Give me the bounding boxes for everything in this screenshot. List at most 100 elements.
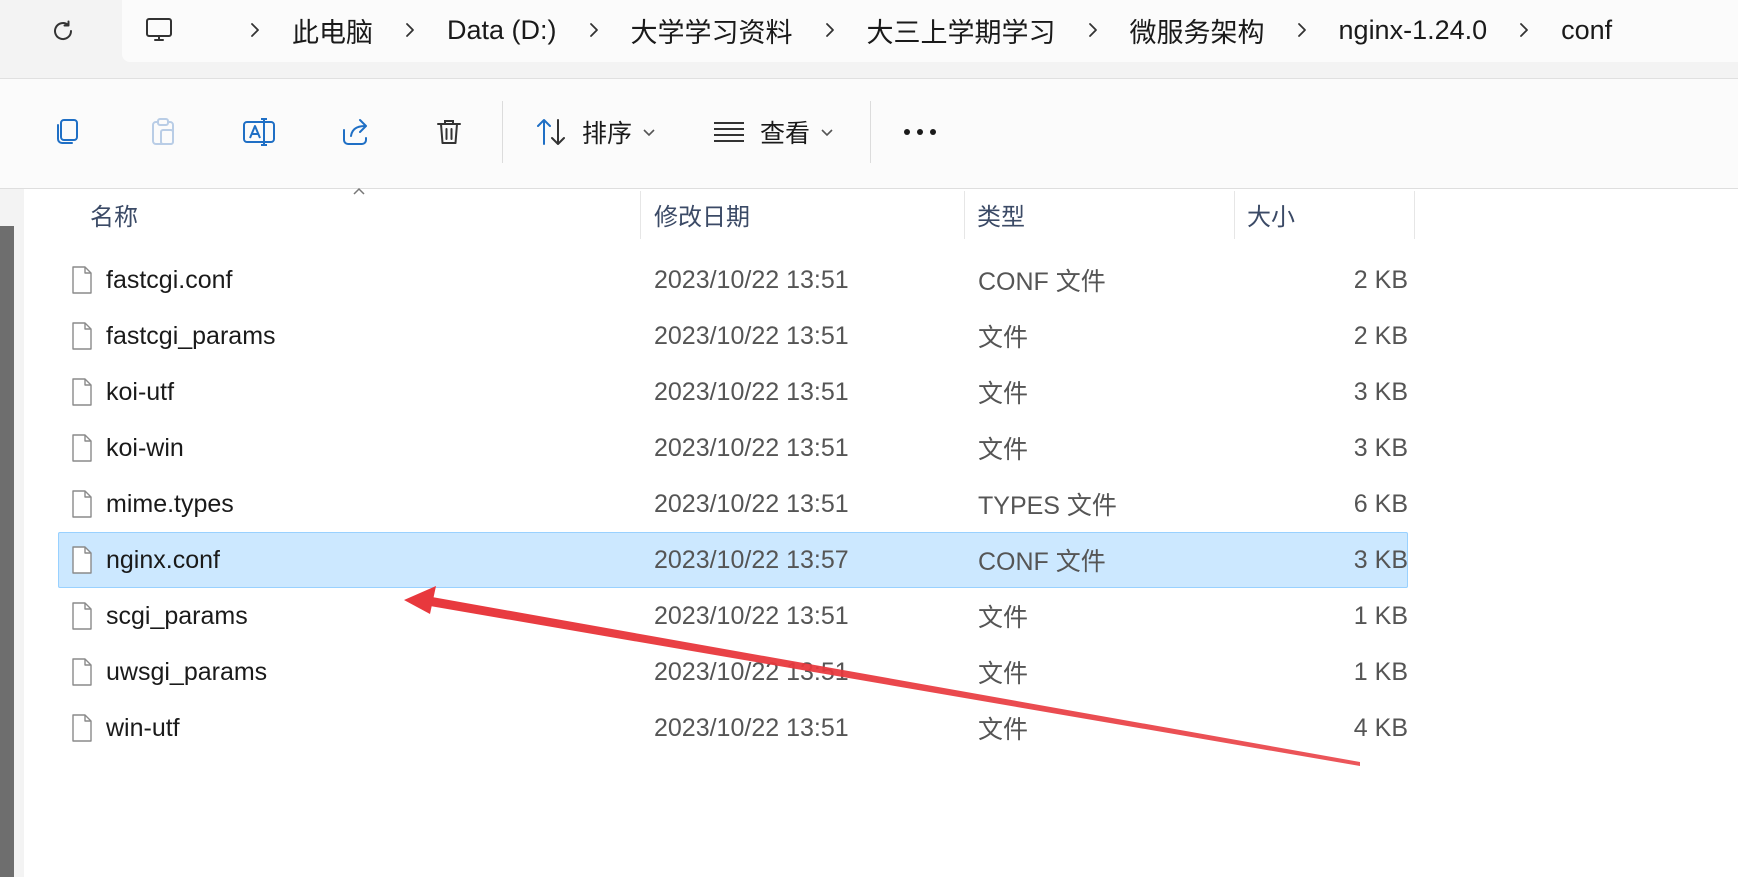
chevron-right-icon[interactable] bbox=[1064, 0, 1122, 60]
breadcrumb[interactable]: 此电脑 Data (D:) 大学学习资料 大三上学期学习 微服务架构 nginx-1.24… bbox=[122, 0, 1738, 62]
table-row-selected[interactable]: nginx.conf 2023/10/22 13:57 CONF 文件 3 KB bbox=[58, 532, 1408, 588]
file-icon bbox=[70, 364, 94, 420]
chevron-right-icon[interactable] bbox=[226, 0, 284, 60]
share-button[interactable] bbox=[330, 106, 380, 158]
more-options-button[interactable] bbox=[892, 106, 948, 158]
file-icon bbox=[70, 252, 94, 308]
chevron-down-icon bbox=[820, 127, 834, 137]
table-row[interactable]: koi-utf 2023/10/22 13:51 文件 3 KB bbox=[58, 364, 1408, 420]
file-size: 1 KB bbox=[1353, 657, 1408, 686]
file-size: 3 KB bbox=[1353, 377, 1408, 406]
file-type: 文件 bbox=[978, 380, 1029, 408]
file-rows: fastcgi.conf 2023/10/22 13:51 CONF 文件 2 KB f… bbox=[58, 252, 1408, 756]
file-icon bbox=[70, 588, 94, 644]
column-divider[interactable] bbox=[1234, 191, 1235, 239]
file-type: 文件 bbox=[978, 604, 1029, 632]
file-size: 2 KB bbox=[1353, 321, 1408, 350]
delete-button[interactable] bbox=[424, 106, 474, 158]
chevron-right-icon[interactable] bbox=[565, 0, 623, 60]
table-row[interactable]: uwsgi_params 2023/10/22 13:51 文件 1 KB bbox=[58, 644, 1408, 700]
chevron-right-icon[interactable] bbox=[381, 0, 439, 60]
file-size: 6 KB bbox=[1353, 489, 1408, 518]
share-icon bbox=[343, 119, 367, 145]
file-modified-date: 2023/10/22 13:51 bbox=[654, 321, 849, 350]
file-icon bbox=[70, 532, 94, 588]
file-name[interactable]: koi-win bbox=[106, 420, 184, 476]
paste-icon bbox=[152, 118, 174, 145]
command-bar: 排序 查看 bbox=[0, 79, 1738, 189]
table-row[interactable]: koi-win 2023/10/22 13:51 文件 3 KB bbox=[58, 420, 1408, 476]
column-header-row: 名称 修改日期 类型 大小 bbox=[0, 189, 1738, 239]
breadcrumb-item[interactable]: Data (D:) bbox=[439, 15, 565, 46]
column-header-size[interactable]: 大小 bbox=[1247, 189, 1295, 239]
more-dots-icon bbox=[904, 129, 936, 135]
file-type: TYPES 文件 bbox=[978, 492, 1117, 520]
breadcrumb-item[interactable]: 微服务架构 bbox=[1122, 11, 1273, 50]
refresh-icon bbox=[54, 20, 73, 40]
paste-button[interactable] bbox=[138, 106, 188, 158]
file-modified-date: 2023/10/22 13:51 bbox=[654, 433, 849, 462]
breadcrumb-item[interactable]: 大三上学期学习 bbox=[859, 11, 1064, 50]
file-icon bbox=[70, 476, 94, 532]
table-row[interactable]: mime.types 2023/10/22 13:51 TYPES 文件 6 KB bbox=[58, 476, 1408, 532]
table-row[interactable]: fastcgi_params 2023/10/22 13:51 文件 2 KB bbox=[58, 308, 1408, 364]
chevron-right-icon[interactable] bbox=[1495, 0, 1553, 60]
file-icon bbox=[70, 700, 94, 756]
chevron-right-icon[interactable] bbox=[801, 0, 859, 60]
sort-button[interactable]: 排序 bbox=[534, 106, 656, 158]
file-icon bbox=[70, 644, 94, 700]
rename-icon bbox=[243, 118, 275, 146]
copy-icon bbox=[57, 119, 78, 144]
sort-icon bbox=[537, 119, 565, 145]
file-type: CONF 文件 bbox=[978, 548, 1106, 576]
breadcrumb-item[interactable]: 此电脑 bbox=[284, 11, 381, 50]
file-type: 文件 bbox=[978, 324, 1029, 352]
file-modified-date: 2023/10/22 13:51 bbox=[654, 489, 849, 518]
file-modified-date: 2023/10/22 13:57 bbox=[654, 545, 849, 574]
table-row[interactable]: fastcgi.conf 2023/10/22 13:51 CONF 文件 2 KB bbox=[58, 252, 1408, 308]
file-name[interactable]: koi-utf bbox=[106, 364, 174, 420]
column-divider[interactable] bbox=[964, 191, 965, 239]
table-row[interactable]: scgi_params 2023/10/22 13:51 文件 1 KB bbox=[58, 588, 1408, 644]
file-name[interactable]: scgi_params bbox=[106, 588, 248, 644]
column-header-type[interactable]: 类型 bbox=[977, 189, 1025, 239]
file-type: 文件 bbox=[978, 660, 1029, 688]
column-header-date[interactable]: 修改日期 bbox=[654, 189, 750, 239]
rename-button[interactable] bbox=[234, 106, 284, 158]
file-name[interactable]: win-utf bbox=[106, 700, 180, 756]
column-divider[interactable] bbox=[640, 191, 641, 239]
table-row[interactable]: win-utf 2023/10/22 13:51 文件 4 KB bbox=[58, 700, 1408, 756]
file-type: CONF 文件 bbox=[978, 268, 1106, 296]
column-divider[interactable] bbox=[1414, 191, 1415, 239]
file-icon bbox=[70, 308, 94, 364]
column-header-name[interactable]: 名称 bbox=[90, 189, 138, 239]
file-modified-date: 2023/10/22 13:51 bbox=[654, 377, 849, 406]
file-size: 4 KB bbox=[1353, 713, 1408, 742]
file-size: 3 KB bbox=[1353, 545, 1408, 574]
file-name[interactable]: uwsgi_params bbox=[106, 644, 267, 700]
sort-label: 排序 bbox=[582, 120, 633, 148]
chevron-right-icon[interactable] bbox=[1273, 0, 1331, 60]
file-icon bbox=[70, 420, 94, 476]
copy-button[interactable] bbox=[42, 106, 92, 158]
scrollbar-thumb[interactable] bbox=[0, 226, 14, 877]
breadcrumb-item[interactable]: nginx-1.24.0 bbox=[1331, 15, 1496, 46]
breadcrumb-item[interactable]: 大学学习资料 bbox=[623, 11, 801, 50]
file-name[interactable]: fastcgi_params bbox=[106, 308, 276, 364]
trash-icon bbox=[437, 120, 461, 144]
view-label: 查看 bbox=[760, 120, 811, 148]
view-button[interactable]: 查看 bbox=[712, 106, 834, 158]
file-name[interactable]: nginx.conf bbox=[106, 532, 220, 588]
chevron-down-icon bbox=[642, 127, 656, 137]
view-lines-icon bbox=[714, 122, 744, 142]
this-pc-icon[interactable] bbox=[144, 15, 174, 45]
file-type: 文件 bbox=[978, 436, 1029, 464]
file-name[interactable]: fastcgi.conf bbox=[106, 252, 232, 308]
refresh-button[interactable] bbox=[40, 10, 86, 52]
file-size: 2 KB bbox=[1353, 265, 1408, 294]
file-name[interactable]: mime.types bbox=[106, 476, 234, 532]
file-modified-date: 2023/10/22 13:51 bbox=[654, 713, 849, 742]
toolbar-divider bbox=[502, 101, 503, 163]
breadcrumb-item[interactable]: conf bbox=[1553, 15, 1620, 46]
file-size: 3 KB bbox=[1353, 433, 1408, 462]
